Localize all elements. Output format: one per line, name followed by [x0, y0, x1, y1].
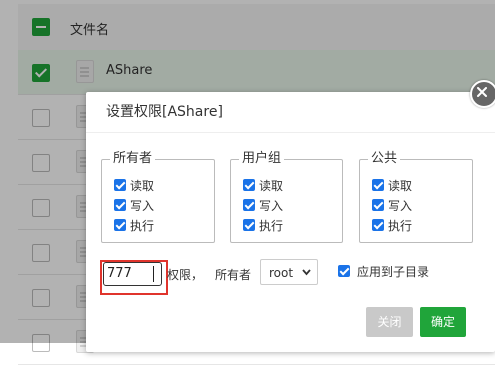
perm-label: 写入 [130, 199, 155, 213]
group-public: 公共 读取 写入 执行 [359, 151, 473, 243]
checkbox-checked-icon[interactable] [243, 179, 255, 191]
perm-label: 执行 [259, 219, 284, 233]
checkbox-checked-icon[interactable] [114, 179, 126, 191]
text-caret [153, 266, 154, 282]
owner-label: 所有者 [215, 268, 252, 282]
perm-label: 写入 [388, 199, 413, 213]
checkbox-checked-icon[interactable] [372, 219, 384, 231]
checkbox-checked-icon[interactable] [338, 265, 350, 277]
checkbox-checked-icon[interactable] [243, 219, 255, 231]
owner-select-value: root [269, 266, 294, 280]
checkbox-checked-icon[interactable] [114, 219, 126, 231]
group-usergroup: 用户组 读取 写入 执行 [230, 151, 343, 243]
group-public-legend: 公共 [368, 151, 401, 167]
perm-label: 读取 [130, 179, 155, 193]
group-owner-legend: 所有者 [110, 151, 156, 167]
checkbox-checked-icon[interactable] [372, 199, 384, 211]
perm-label: 执行 [130, 219, 155, 233]
checkbox-checked-icon[interactable] [243, 199, 255, 211]
perm-label: 写入 [259, 199, 284, 213]
group-owner: 所有者 读取 写入 执行 [101, 151, 215, 243]
owner-select[interactable]: root [260, 259, 318, 285]
group-usergroup-legend: 用户组 [239, 151, 285, 167]
checkbox-checked-icon[interactable] [372, 179, 384, 191]
close-button[interactable]: 关闭 [366, 307, 413, 337]
perm-label: 读取 [388, 179, 413, 193]
confirm-button[interactable]: 确定 [420, 307, 466, 337]
dialog-title: 设置权限[AShare] [86, 92, 495, 133]
perm-label: 执行 [388, 219, 413, 233]
close-icon [477, 87, 487, 97]
dialog-close-button[interactable] [470, 80, 495, 108]
perm-label: 读取 [259, 179, 284, 193]
permission-suffix-label: 权限， [167, 268, 204, 282]
checkbox-checked-icon[interactable] [114, 199, 126, 211]
chevron-down-icon [302, 269, 311, 276]
apply-subdirs-label: 应用到子目录 [357, 265, 430, 279]
